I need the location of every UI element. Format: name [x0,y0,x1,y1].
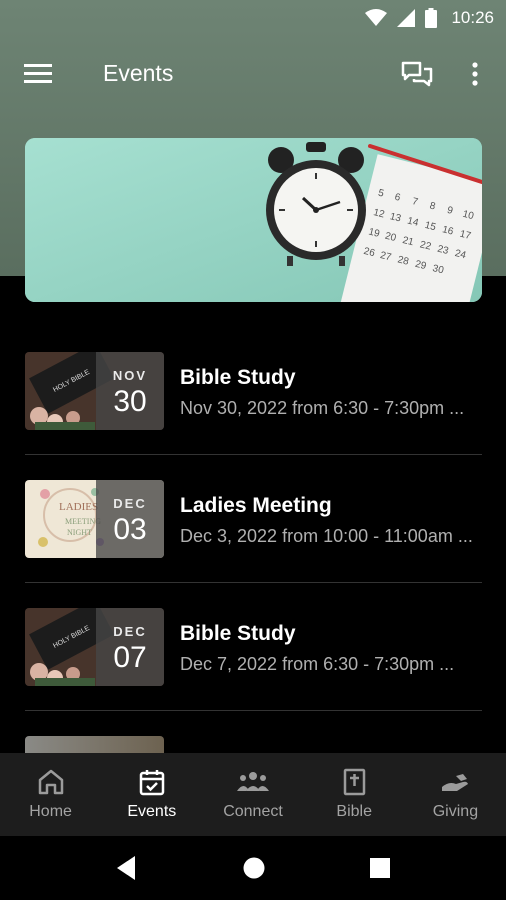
event-thumbnail: HOLY BIBLE DEC 07 [25,608,164,686]
home-circle-icon[interactable] [242,854,266,882]
menu-icon[interactable] [24,62,54,86]
nav-label: Home [29,803,72,820]
nav-label: Connect [223,803,283,820]
date-badge: DEC 07 [96,608,164,686]
event-subtitle: Nov 30, 2022 from 6:30 - 7:30pm ... [180,398,465,418]
nav-connect[interactable]: Connect [202,753,303,836]
nav-label: Giving [432,803,479,820]
nav-giving[interactable]: Giving [405,753,506,836]
more-vert-icon[interactable] [466,58,484,90]
divider [25,454,482,455]
event-title: Ladies Meeting [180,494,332,517]
recents-icon[interactable] [369,854,391,882]
home-icon [38,769,63,795]
nav-home[interactable]: Home [0,753,101,836]
event-subtitle: Dec 3, 2022 from 10:00 - 11:00am ... [180,526,473,546]
event-title: Bible Study [180,622,296,645]
event-item[interactable]: HOLY BIBLE DEC 07 Bible Study Dec 7, 202… [25,608,482,736]
chat-icon[interactable] [400,58,434,90]
svg-text:NIGHT: NIGHT [67,528,92,537]
event-title: Bible Study [180,366,296,389]
event-subtitle: Dec 7, 2022 from 6:30 - 7:30pm ... [180,654,455,674]
giving-icon [442,774,469,791]
event-month: DEC [113,624,147,639]
back-icon[interactable] [113,854,139,882]
status-bar: 10:26 [0,0,506,36]
event-day: 03 [113,513,147,546]
event-thumbnail: HOLY BIBLE NOV 30 [25,352,164,430]
nav-events[interactable]: Events [101,753,202,836]
hero-banner: 5 6 7 8 9 10 12 13 14 15 16 17 19 20 21 22 23 24 26 27 28… [25,138,482,302]
event-item[interactable]: LADIES MEETING NIGHT DEC 03 Ladies Meeti… [25,480,482,608]
divider [25,710,482,711]
event-day: 07 [113,641,147,674]
date-badge: NOV 30 [96,352,164,430]
nav-bible[interactable]: Bible [304,753,405,836]
signal-icon [397,9,416,27]
event-month: NOV [112,368,148,383]
svg-text:LADIES: LADIES [59,501,98,513]
bible-icon [343,768,366,796]
battery-icon [425,8,438,28]
event-month: DEC [113,496,147,511]
system-navigation [0,836,506,900]
event-item[interactable]: HOLY BIBLE NOV 30 Bible Study Nov 30, 20… [25,352,482,480]
divider [25,582,482,583]
events-list: HOLY BIBLE NOV 30 Bible Study Nov 30, 20… [25,352,482,786]
page-title: Events [103,60,174,86]
date-badge: DEC 03 [96,480,164,558]
bottom-nav: Home Events Connect Bible Giving [0,753,506,836]
calendar-icon [139,770,165,796]
status-time: 10:26 [451,8,494,27]
event-day: 30 [113,385,147,418]
nav-label: Events [127,803,177,820]
alarm-clock-calendar-image: 5 6 7 8 9 10 12 13 14 15 16 17 19 20 21 22 23 24 26 27 28… [25,138,482,302]
wifi-icon [365,9,388,26]
group-icon [237,772,269,791]
event-thumbnail: LADIES MEETING NIGHT DEC 03 [25,480,164,558]
nav-label: Bible [336,803,372,820]
app-bar: Events [0,44,506,104]
